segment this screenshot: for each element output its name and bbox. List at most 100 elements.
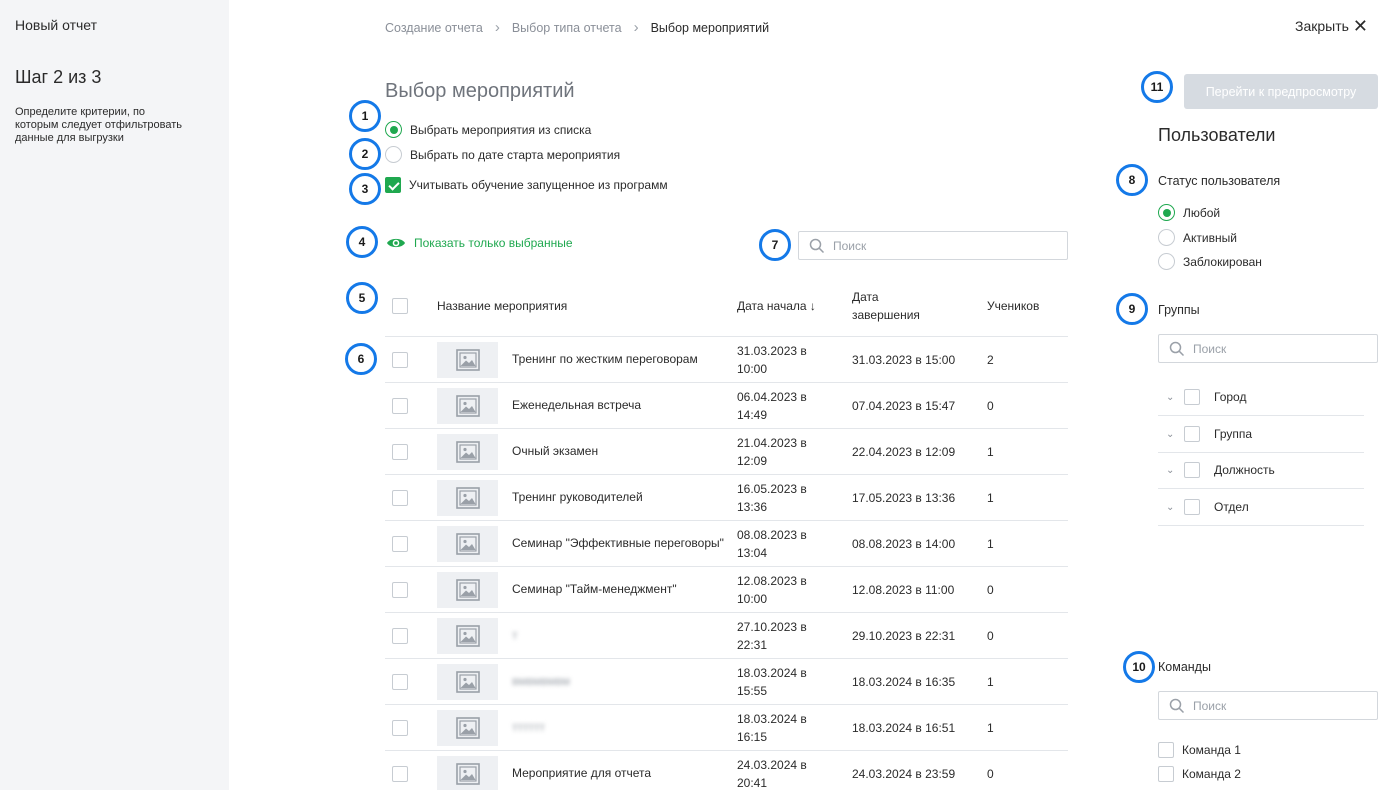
row-checkbox[interactable] (392, 535, 408, 552)
group-label: Город (1214, 390, 1247, 404)
group-checkbox[interactable] (1184, 389, 1200, 405)
show-selected-toggle[interactable]: Показать только выбранные (386, 236, 573, 250)
close-button[interactable]: Закрыть ✕ (1295, 17, 1368, 35)
row-checkbox[interactable] (392, 581, 408, 598)
image-placeholder-icon (455, 716, 480, 739)
event-name: Мероприятие для отчета (512, 766, 652, 780)
table-row[interactable]: Семинар "Тайм-менеджмент" 12.08.2023 в 10… (385, 567, 1068, 613)
option-from-list[interactable]: Выбрать мероприятия из списка (385, 121, 591, 138)
option-include-programs[interactable]: Учитывать обучение запущенное из програм… (385, 177, 668, 193)
row-checkbox[interactable] (392, 397, 408, 414)
event-count: 1 (987, 490, 994, 505)
team-item-2[interactable]: Команда 2 (1158, 766, 1241, 782)
events-search[interactable] (798, 231, 1068, 260)
radio-by-date[interactable] (385, 146, 402, 163)
teams-search-input[interactable] (1193, 698, 1360, 713)
table-row[interactable]: тттттт 18.03.2024 в 16:15 18.03.2024 в 16:… (385, 705, 1068, 751)
radio-status-any[interactable] (1158, 204, 1175, 221)
breadcrumb-report-type[interactable]: Выбор типа отчета (512, 21, 622, 35)
groups-title: Группы (1158, 303, 1200, 317)
row-checkbox[interactable] (392, 673, 408, 690)
groups-search[interactable] (1158, 334, 1378, 363)
group-checkbox[interactable] (1184, 426, 1200, 442)
row-checkbox[interactable] (392, 627, 408, 644)
groups-search-input[interactable] (1193, 341, 1360, 356)
event-name: т (512, 628, 518, 642)
event-count: 1 (987, 444, 994, 459)
table-row[interactable]: т 27.10.2023 в 22:31 29.10.2023 в 22:31 0 (385, 613, 1068, 659)
annotation-badge-11: 11 (1141, 71, 1173, 103)
group-item-position[interactable]: ⌄ Должность (1158, 452, 1364, 489)
event-thumbnail (437, 571, 498, 608)
table-row[interactable]: Очный экзамен 21.04.2023 в 12:09 22.04.202… (385, 429, 1068, 475)
table-row[interactable]: Мероприятие для отчета 24.03.2024 в 20:41… (385, 751, 1068, 790)
chevron-down-icon[interactable]: ⌄ (1166, 465, 1176, 476)
option-by-date[interactable]: Выбрать по дате старта мероприятия (385, 146, 620, 163)
status-option-blocked[interactable]: Заблокирован (1158, 253, 1262, 270)
chevron-down-icon[interactable]: ⌄ (1166, 502, 1176, 513)
event-name: Тренинг по жестким переговорам (512, 352, 698, 366)
close-icon: ✕ (1352, 16, 1369, 36)
group-label: Группа (1214, 427, 1253, 441)
preview-button[interactable]: Перейти к предпросмотру (1184, 74, 1378, 109)
annotation-badge-9: 9 (1116, 293, 1148, 325)
event-start: 18.03.2024 в 16:15 (737, 711, 807, 744)
events-search-input[interactable] (833, 238, 1040, 253)
select-all-checkbox[interactable] (392, 298, 408, 314)
table-row[interactable]: Еженедельная встреча 06.04.2023 в 14:49 07… (385, 383, 1068, 429)
event-end: 12.08.2023 в 11:00 (852, 582, 955, 597)
event-start: 12.08.2023 в 10:00 (737, 573, 807, 606)
event-end: 17.05.2023 в 13:36 (852, 490, 956, 505)
event-count: 2 (987, 352, 994, 367)
breadcrumb-create-report[interactable]: Создание отчета (385, 21, 483, 35)
checkbox-include-programs[interactable] (385, 177, 401, 193)
event-end: 18.03.2024 в 16:35 (852, 674, 956, 689)
image-placeholder-icon (455, 486, 480, 509)
annotation-badge-6: 6 (345, 343, 377, 375)
search-icon (809, 238, 825, 253)
team-checkbox[interactable] (1158, 742, 1174, 758)
row-checkbox[interactable] (392, 351, 408, 368)
report-title: Новый отчет (15, 17, 98, 33)
image-placeholder-icon (455, 348, 480, 371)
event-name: Очный экзамен (512, 444, 599, 458)
group-checkbox[interactable] (1184, 462, 1200, 478)
team-item-1[interactable]: Команда 1 (1158, 742, 1241, 758)
row-checkbox[interactable] (392, 719, 408, 736)
row-checkbox[interactable] (392, 443, 408, 460)
team-checkbox[interactable] (1158, 766, 1174, 782)
event-start: 16.05.2023 в 13:36 (737, 481, 807, 514)
group-checkbox[interactable] (1184, 499, 1200, 515)
event-count: 1 (987, 536, 994, 551)
radio-status-active[interactable] (1158, 229, 1175, 246)
image-placeholder-icon (455, 624, 480, 647)
header-start[interactable]: Дата начала ↓ (737, 297, 852, 315)
table-header: Название мероприятия Дата начала ↓ Дата … (385, 276, 1068, 337)
table-row[interactable]: Тренинг по жестким переговорам 31.03.2023… (385, 337, 1068, 383)
search-icon (1169, 698, 1185, 713)
table-row[interactable]: вмвмвмвм 18.03.2024 в 15:55 18.03.2024 в 1… (385, 659, 1068, 705)
table-row[interactable]: Тренинг руководителей 16.05.2023 в 13:36 1… (385, 475, 1068, 521)
event-name: тттттт (512, 720, 545, 734)
table-row[interactable]: Семинар "Эффективные переговоры" 08.08.20… (385, 521, 1068, 567)
team-label: Команда 2 (1182, 767, 1241, 781)
teams-search[interactable] (1158, 691, 1378, 720)
breadcrumb: Создание отчета › Выбор типа отчета › Вы… (385, 19, 769, 36)
event-end: 08.08.2023 в 14:00 (852, 536, 956, 551)
status-option-any[interactable]: Любой (1158, 204, 1220, 221)
event-thumbnail (437, 525, 498, 562)
group-item-department[interactable]: ⌄ Отдел (1158, 489, 1364, 526)
group-item-city[interactable]: ⌄ Город (1158, 379, 1364, 416)
group-item-group[interactable]: ⌄ Группа (1158, 416, 1364, 453)
radio-status-blocked[interactable] (1158, 253, 1175, 270)
status-option-active[interactable]: Активный (1158, 229, 1237, 246)
event-start: 18.03.2024 в 15:55 (737, 665, 807, 698)
chevron-down-icon[interactable]: ⌄ (1166, 392, 1176, 403)
row-checkbox[interactable] (392, 489, 408, 506)
chevron-down-icon[interactable]: ⌄ (1166, 429, 1176, 440)
annotation-badge-5: 5 (346, 282, 378, 314)
row-checkbox[interactable] (392, 765, 408, 782)
radio-from-list[interactable] (385, 121, 402, 138)
show-selected-label: Показать только выбранные (414, 236, 573, 250)
teams-title: Команды (1158, 660, 1211, 674)
